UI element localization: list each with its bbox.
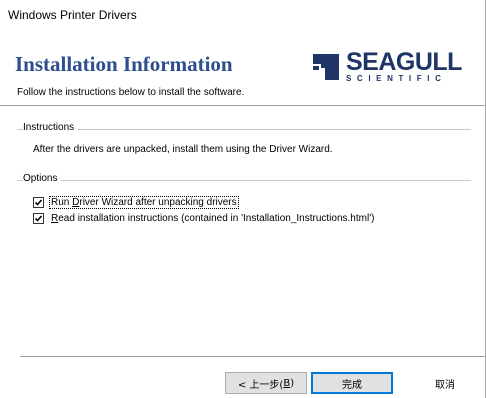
run-wizard-label[interactable]: Run Driver Wizard after unpacking driver… [49,195,239,209]
cancel-button[interactable]: 取消 [404,372,486,394]
wizard-body: Instructions After the drivers are unpac… [0,107,485,370]
footer-divider-highlight [20,357,485,358]
page-subtitle: Follow the instructions below to install… [17,87,245,98]
back-button[interactable]: < 上一步(B) [225,372,307,394]
window-title: Windows Printer Drivers [8,8,137,22]
back-button-label: < 上一步( [237,379,284,391]
read-instructions-option[interactable]: Read installation instructions (containe… [33,211,375,225]
read-instructions-checkbox[interactable] [33,212,44,224]
instructions-group-label: Instructions [23,122,79,133]
back-button-accelerator: B [283,377,291,389]
checkmark-icon [34,198,43,206]
checkmark-icon [34,214,43,222]
logo-wordmark: SEAGULL [346,48,462,76]
instructions-text: After the drivers are unpacked, install … [33,144,333,155]
instructions-group-line [17,129,471,130]
seagull-logo-icon [313,54,339,80]
run-wizard-label-rest: river Wizard after unpacking drivers [79,196,237,208]
options-group-label: Options [23,173,62,184]
read-instructions-label[interactable]: Read installation instructions (containe… [50,213,375,224]
run-wizard-checkbox[interactable] [33,196,44,208]
run-wizard-label-prefix: Run [51,196,73,208]
back-button-label-close: ) [290,377,295,389]
page-title: Installation Information [15,52,233,76]
seagull-logo: SEAGULL SCIENTIFIC [311,48,479,86]
installer-window: Windows Printer Drivers Installation Inf… [0,0,486,398]
wizard-header: Installation Information Follow the inst… [0,30,485,104]
logo-subtext: SCIENTIFIC [346,74,447,83]
title-bar: Windows Printer Drivers [0,0,485,30]
read-instructions-label-rest: ead installation instructions (contained… [58,212,375,224]
run-wizard-option[interactable]: Run Driver Wizard after unpacking driver… [33,195,239,209]
finish-button[interactable]: 完成 [311,372,393,394]
options-group-line [17,180,471,181]
